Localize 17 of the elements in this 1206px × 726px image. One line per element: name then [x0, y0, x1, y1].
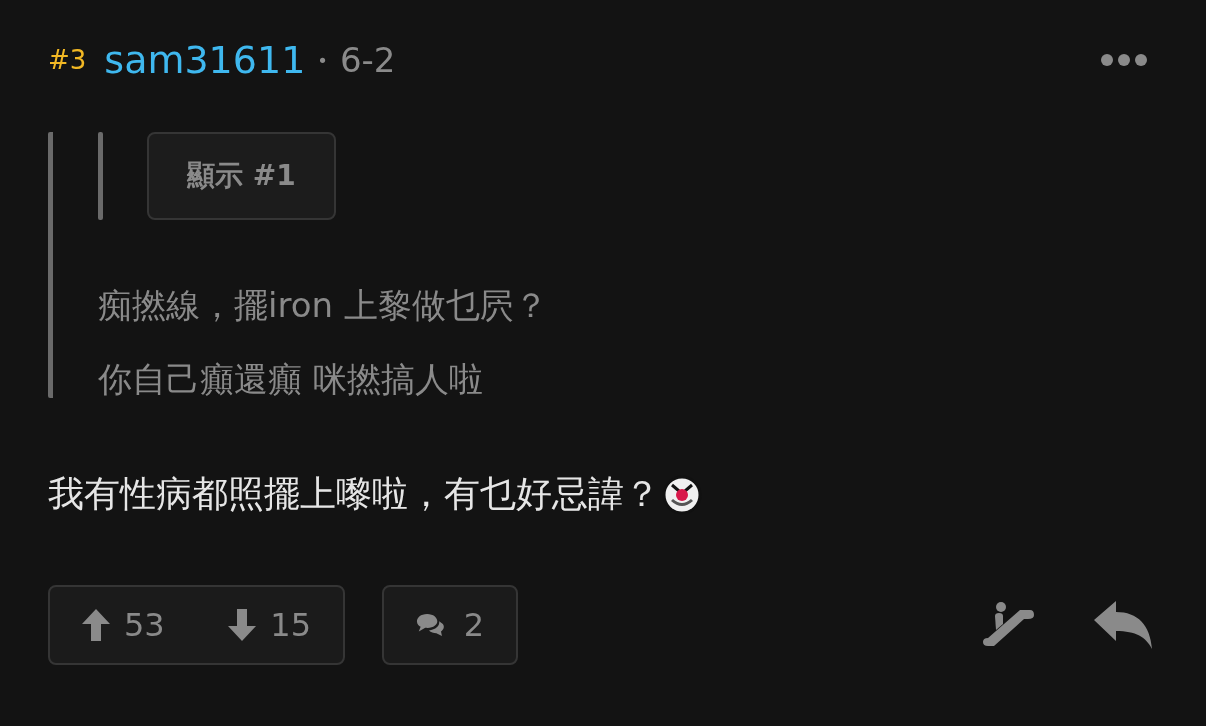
quote-line: 痴撚線，擺iron 上黎做乜屄？: [98, 286, 549, 324]
chat-bubbles-icon: [416, 611, 446, 639]
separator-dot: •: [317, 49, 328, 71]
quote-line: 你自己癲還癲 咪撚搞人啦: [98, 360, 484, 398]
show-quote-button[interactable]: 顯示 #1: [147, 132, 336, 220]
downvote-button[interactable]: 15: [228, 606, 311, 644]
arrow-up-icon: [82, 609, 110, 641]
post-date: 6-2: [339, 40, 396, 80]
reply-icon[interactable]: [1094, 601, 1152, 649]
escalator-icon[interactable]: [982, 602, 1034, 648]
post-text: 我有性病都照擺上嚟啦，有乜好忌諱？: [48, 472, 660, 516]
upvote-button[interactable]: 53: [82, 606, 165, 644]
more-icon[interactable]: [1100, 53, 1148, 67]
replies-button[interactable]: 2: [382, 585, 518, 665]
arrow-down-icon: [228, 609, 257, 641]
floor-number: #3: [48, 45, 87, 75]
username-link[interactable]: sam31611: [104, 38, 306, 82]
